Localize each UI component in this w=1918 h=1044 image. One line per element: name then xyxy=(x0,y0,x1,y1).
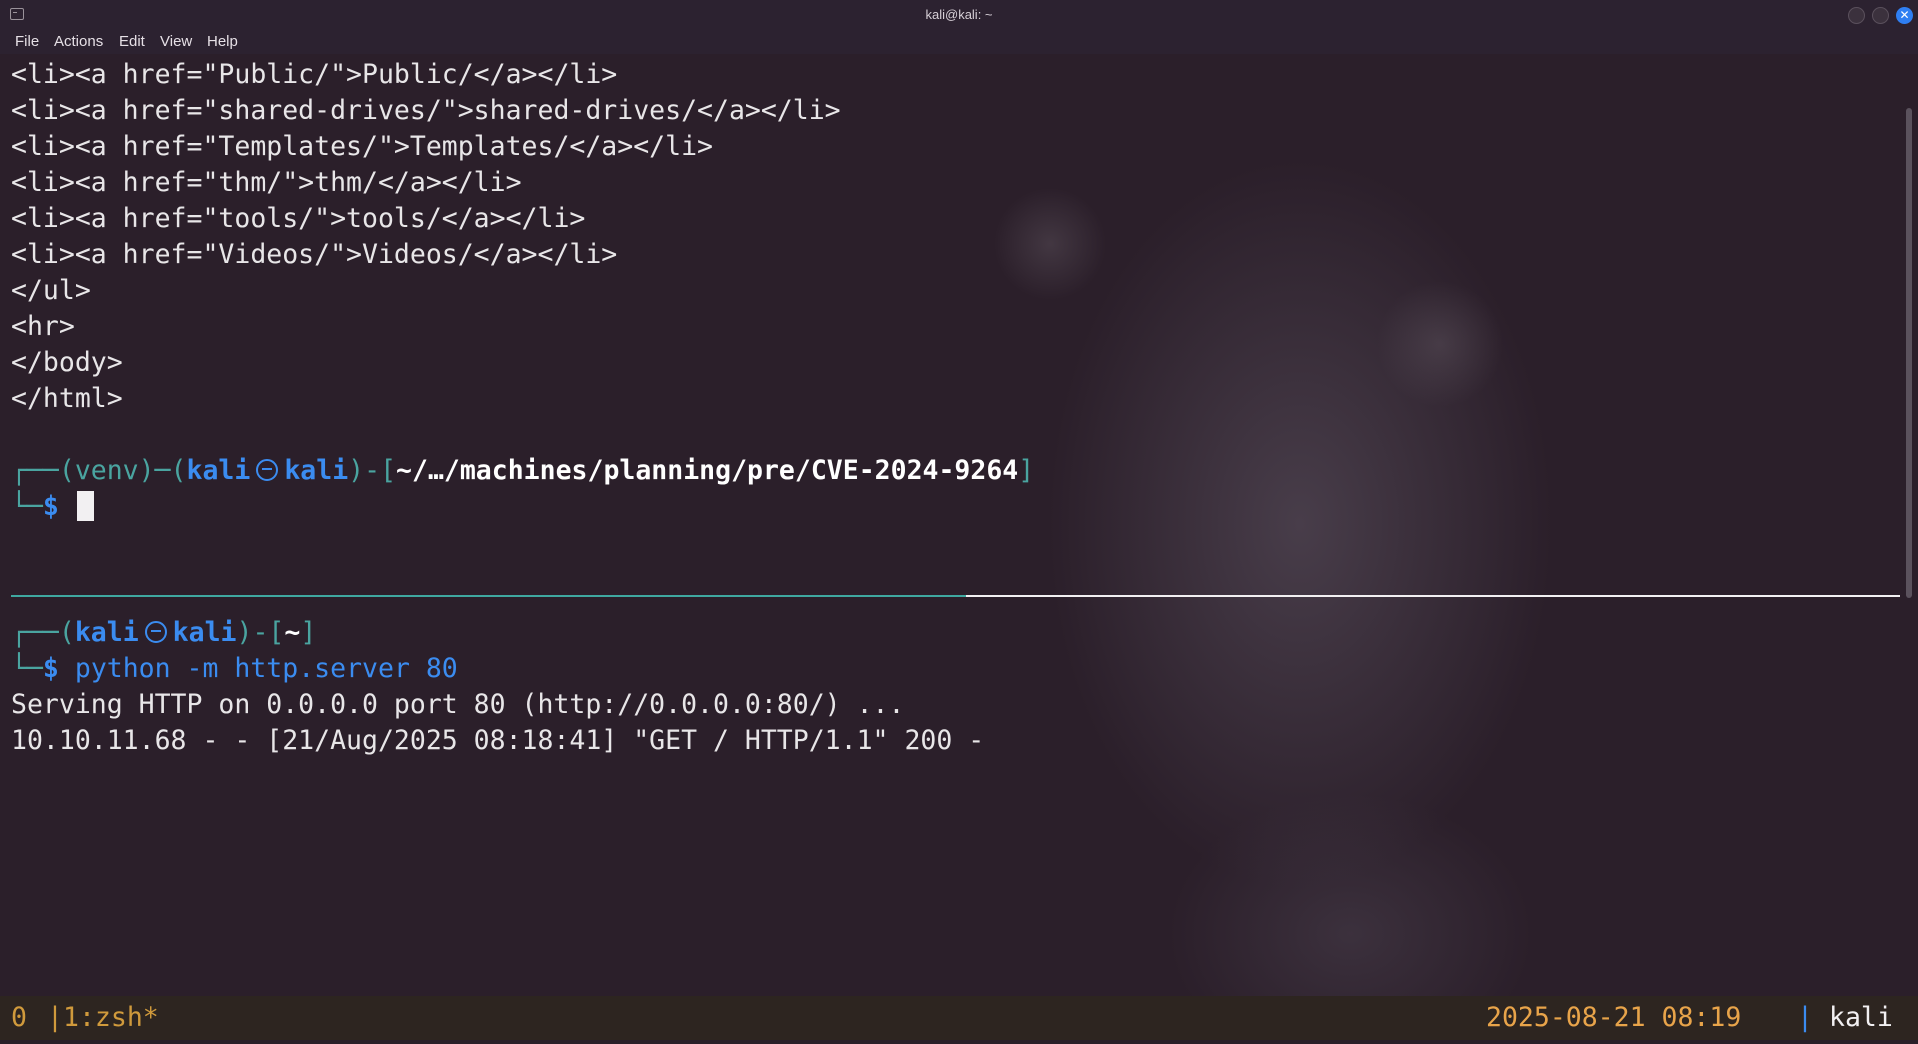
shell-prompt: ┌──(kali kali)-[~] xyxy=(11,616,316,650)
close-icon[interactable]: ✕ xyxy=(1896,7,1913,24)
tmux-status-bar: 0 | 1:zsh* 2025-08-21 08:19 | kali xyxy=(0,996,1918,1040)
menu-help[interactable]: Help xyxy=(207,33,238,50)
prompt-corner: └─ xyxy=(11,491,43,522)
menu-file[interactable]: File xyxy=(15,33,39,50)
prompt-dollar: $ xyxy=(42,491,59,522)
menu-view[interactable]: View xyxy=(160,33,192,50)
output-line: Serving HTTP on 0.0.0.0 port 80 (http://… xyxy=(11,689,905,720)
window-title: kali@kali: ~ xyxy=(925,7,993,22)
maximize-icon[interactable] xyxy=(1872,7,1889,24)
window-tab[interactable]: 1:zsh* xyxy=(63,1002,159,1033)
pane-divider-active[interactable] xyxy=(966,595,1900,597)
status-clock: 2025-08-21 08:19 xyxy=(1486,1002,1742,1033)
session-index: 0 xyxy=(11,1002,27,1033)
output-line: </ul> xyxy=(11,275,91,306)
output-line: </html> xyxy=(11,383,123,414)
menu-actions[interactable]: Actions xyxy=(54,33,103,50)
terminal-area[interactable]: <li><a href="Public/">Public/</a></li> <… xyxy=(0,54,1918,1040)
shell-prompt: ┌──(venv)─(kali kali)-[~/…/machines/plann… xyxy=(11,454,1034,488)
scrollbar[interactable] xyxy=(1906,108,1912,598)
output-line: <li><a href="Public/">Public/</a></li> xyxy=(11,59,618,90)
prompt-mid: )-[ xyxy=(236,617,285,648)
status-separator: | xyxy=(47,1002,63,1033)
prompt-dollar: $ xyxy=(42,653,59,684)
prompt-prefix: ┌──( xyxy=(11,617,75,648)
window-titlebar: kali@kali: ~ ✕ xyxy=(0,0,1918,30)
minimize-icon[interactable] xyxy=(1848,7,1865,24)
menu-bar: File Actions Edit View Help xyxy=(0,30,1918,54)
status-hostname: kali xyxy=(1829,1002,1893,1033)
output-line: <li><a href="shared-drives/">shared-driv… xyxy=(11,95,841,126)
shell-prompt-input[interactable]: └─$ xyxy=(11,490,94,524)
kali-logo-icon xyxy=(256,459,279,481)
output-line: <li><a href="thm/">thm/</a></li> xyxy=(11,167,522,198)
prompt-corner: └─ xyxy=(11,653,43,684)
status-divider: | xyxy=(1797,1002,1813,1033)
prompt-venv-prefix: ┌──(venv)─( xyxy=(11,455,187,486)
pane-divider[interactable] xyxy=(11,595,966,597)
menu-edit[interactable]: Edit xyxy=(119,33,145,50)
output-line: </body> xyxy=(11,347,123,378)
prompt-host: kali xyxy=(284,455,349,486)
shell-command-line[interactable]: └─$ python -m http.server 80 xyxy=(11,652,458,686)
command-text: python -m http.server 80 xyxy=(74,653,458,684)
prompt-suffix: ] xyxy=(1018,455,1035,486)
output-line: <li><a href="Templates/">Templates/</a><… xyxy=(11,131,713,162)
output-line: <hr> xyxy=(11,311,75,342)
prompt-suffix: ] xyxy=(300,617,317,648)
prompt-path: ~/…/machines/planning/pre/CVE-2024-9264 xyxy=(396,455,1019,486)
prompt-mid: )-[ xyxy=(348,455,397,486)
prompt-host: kali xyxy=(172,617,237,648)
output-line: <li><a href="Videos/">Videos/</a></li> xyxy=(11,239,618,270)
kali-logo-icon xyxy=(144,621,167,643)
text-cursor xyxy=(76,491,94,521)
output-line: 10.10.11.68 - - [21/Aug/2025 08:18:41] "… xyxy=(11,725,985,756)
prompt-user: kali xyxy=(186,455,251,486)
prompt-path: ~ xyxy=(284,617,301,648)
output-line: <li><a href="tools/">tools/</a></li> xyxy=(11,203,586,234)
prompt-user: kali xyxy=(74,617,139,648)
